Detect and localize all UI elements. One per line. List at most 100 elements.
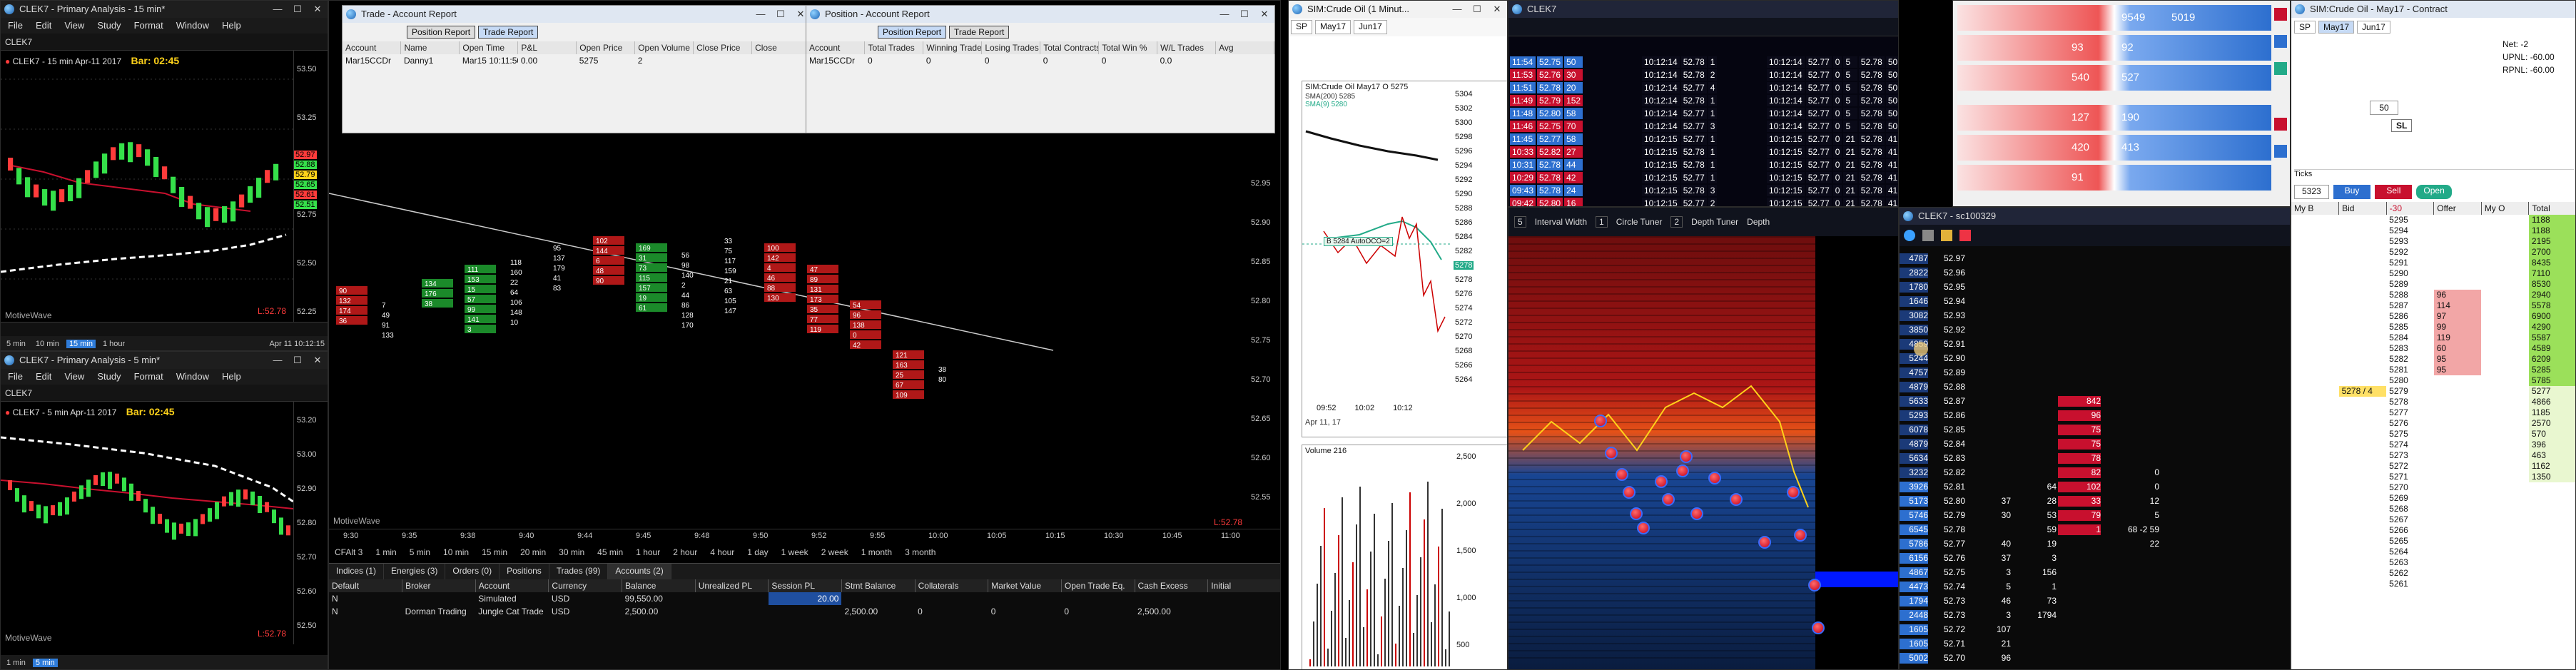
ladder-row[interactable]: 5002 52.70 96: [1900, 653, 2290, 664]
dom-row[interactable]: 5294 1188: [2291, 225, 2575, 236]
ladder-rows[interactable]: 4787 52.97 2822 52.96 1780 52.95 1646 52.94 3082…: [1900, 253, 2290, 669]
window-titlebar[interactable]: SIM:Crude Oil (1 Minut... — ☐ ✕: [1289, 1, 1507, 18]
tuner-value[interactable]: 1: [1596, 216, 1608, 228]
dom-row[interactable]: 5283 60 4589: [2291, 343, 2575, 354]
ruler-icon[interactable]: [1922, 230, 1934, 241]
chart-area[interactable]: ● CLEK7 - 15 min Apr-11 2017 Bar: 02:45 …: [1, 51, 328, 322]
dom-row[interactable]: 5262: [2291, 568, 2575, 579]
tab-trade-report[interactable]: Trade Report: [949, 26, 1010, 39]
range-button[interactable]: 1 min: [370, 547, 402, 557]
ladder-row[interactable]: 1605 52.71 21: [1900, 639, 2290, 649]
column-header[interactable]: Total Win %: [1098, 41, 1158, 54]
menu-item[interactable]: Study: [97, 18, 121, 34]
tuner-value[interactable]: 2: [1670, 216, 1683, 228]
column-header[interactable]: Account: [806, 41, 866, 54]
dom-row[interactable]: 5270: [2291, 482, 2575, 493]
ladder-row[interactable]: 4757 52.89: [1900, 367, 2290, 378]
dom-row[interactable]: 5263: [2291, 557, 2575, 568]
ladder-row[interactable]: 5634 52.83 78: [1900, 453, 2290, 464]
settings-icon[interactable]: [1904, 230, 1915, 241]
ladder-row[interactable]: 6545 52.78 59 1 68 -2 59: [1900, 524, 2290, 535]
menu-item[interactable]: Study: [97, 369, 121, 385]
column-header[interactable]: Close Price: [693, 41, 753, 54]
sell-button[interactable]: Sell: [2375, 185, 2413, 199]
range-prefix[interactable]: CFAlt 3: [329, 547, 368, 557]
sl-button[interactable]: SL: [2391, 119, 2413, 132]
minimize-icon[interactable]: —: [751, 6, 771, 23]
symbol-field[interactable]: CLEK7: [5, 37, 32, 47]
dom-row[interactable]: 5291 8435: [2291, 258, 2575, 268]
close-row-button[interactable]: [2274, 8, 2287, 21]
ladder-row[interactable]: 3850 52.92: [1900, 325, 2290, 335]
table-row[interactable]: N Dorman Trading Jungle Cat Trade USD 2,500.…: [329, 605, 1280, 618]
close-icon[interactable]: ✕: [1487, 1, 1507, 18]
tab-position-report[interactable]: Position Report: [878, 26, 947, 39]
window-titlebar[interactable]: Trade - Account Report — ☐ ✕: [343, 6, 811, 23]
column-header[interactable]: Losing Trades: [981, 41, 1041, 54]
dom-row[interactable]: 5290 7110: [2291, 268, 2575, 279]
window-titlebar[interactable]: Position - Account Report — ☐ ✕: [806, 6, 1274, 23]
range-button[interactable]: 10 min: [437, 547, 475, 557]
window-titlebar[interactable]: CLEK7: [1508, 1, 1898, 18]
dom-row[interactable]: 5285 99 4290: [2291, 322, 2575, 333]
column-header[interactable]: Offer: [2433, 202, 2482, 215]
ladder-row[interactable]: 3232 52.82 82 0: [1900, 467, 2290, 478]
column-header[interactable]: Account: [343, 41, 402, 54]
tag-icon[interactable]: [1941, 230, 1952, 241]
window-titlebar[interactable]: CLEK7 - Primary Analysis - 15 min* — ☐ ✕: [1, 1, 328, 18]
menu-item[interactable]: Format: [134, 18, 163, 34]
dom-row[interactable]: 5280 5785: [2291, 375, 2575, 386]
ladder-row[interactable]: 1780 52.95: [1900, 282, 2290, 293]
ladder-row[interactable]: 5293 52.86 96: [1900, 410, 2290, 421]
column-header[interactable]: Initial: [1207, 579, 1280, 592]
column-header[interactable]: Open Price: [576, 41, 636, 54]
column-header[interactable]: Open Trade Eq.: [1061, 579, 1135, 592]
ladder-row[interactable]: 5633 52.87 842: [1900, 396, 2290, 407]
ladder-row[interactable]: 3082 52.93: [1900, 310, 2290, 321]
range-button[interactable]: 1 month: [856, 547, 898, 557]
timeframe-button[interactable]: 15 min: [66, 340, 96, 348]
column-header[interactable]: My B: [2291, 202, 2340, 215]
contract-button-jun17[interactable]: Jun17: [2357, 21, 2390, 34]
dom-row[interactable]: 5293 2195: [2291, 236, 2575, 247]
contract-button-may17[interactable]: May17: [1315, 20, 1352, 34]
dom-row[interactable]: 5276 2570: [2291, 418, 2575, 429]
buy-button[interactable]: Buy: [2333, 185, 2371, 199]
pin-icon[interactable]: [1959, 230, 1971, 241]
dom-row[interactable]: 5295 1188: [2291, 215, 2575, 225]
menu-item[interactable]: Help: [222, 369, 241, 385]
order-marker[interactable]: B 5284 AutoOCO=2: [1324, 237, 1393, 246]
dom-row[interactable]: 5277 1185: [2291, 407, 2575, 418]
timeframe-button[interactable]: 10 min: [33, 340, 62, 348]
table-row[interactable]: Mar15CCDr 0 0 0 0 0 0.0: [806, 54, 1274, 67]
window-titlebar[interactable]: CLEK7 - sc100329: [1900, 208, 2290, 225]
maximize-icon[interactable]: ☐: [1234, 6, 1254, 23]
column-header[interactable]: Cash Excess: [1135, 579, 1209, 592]
dom-row[interactable]: 5271 1350: [2291, 472, 2575, 482]
dom-row[interactable]: 5286 97 6900: [2291, 311, 2575, 322]
dom-row[interactable]: 5266: [2291, 525, 2575, 536]
table-row[interactable]: N Simulated USD 99,550.00 20.00: [329, 592, 1280, 605]
action-button[interactable]: [2274, 62, 2287, 75]
ladder-row[interactable]: 4867 52.75 3 156: [1900, 567, 2290, 578]
range-button[interactable]: 2 week: [816, 547, 854, 557]
column-header[interactable]: Unrealized PL: [695, 579, 769, 592]
timeframe-button[interactable]: 1 hour: [100, 340, 128, 348]
action-button[interactable]: [2274, 145, 2287, 158]
column-header[interactable]: Currency: [548, 579, 623, 592]
close-icon[interactable]: ✕: [308, 1, 328, 18]
maximize-icon[interactable]: ☐: [771, 6, 791, 23]
contract-button-jun17[interactable]: Jun17: [1354, 20, 1387, 34]
ladder-row[interactable]: 4879 52.84 75: [1900, 439, 2290, 450]
column-header[interactable]: Balance: [622, 579, 696, 592]
price-axis[interactable]: 5304 5302 5300 5298 5296 5294 5292 5290 5288 5286…: [1452, 81, 1507, 438]
dom-row[interactable]: 5281 95 5285: [2291, 365, 2575, 375]
column-header[interactable]: Total Trades: [864, 41, 924, 54]
dom-row[interactable]: 5268: [2291, 504, 2575, 514]
quantity-field[interactable]: 50: [2370, 101, 2398, 115]
window-titlebar[interactable]: CLEK7 - Primary Analysis - 5 min* — ☐ ✕: [1, 352, 328, 369]
price-chart[interactable]: SIM:Crude Oil May17 O 5275 SMA(200) 5285…: [1302, 81, 1507, 438]
column-header[interactable]: W/L Trades: [1157, 41, 1217, 54]
price-axis[interactable]: 53.20 53.00 52.90 52.80 52.70 52.60 52.50: [293, 402, 328, 644]
dom-row[interactable]: 5282 95 6209: [2291, 354, 2575, 365]
